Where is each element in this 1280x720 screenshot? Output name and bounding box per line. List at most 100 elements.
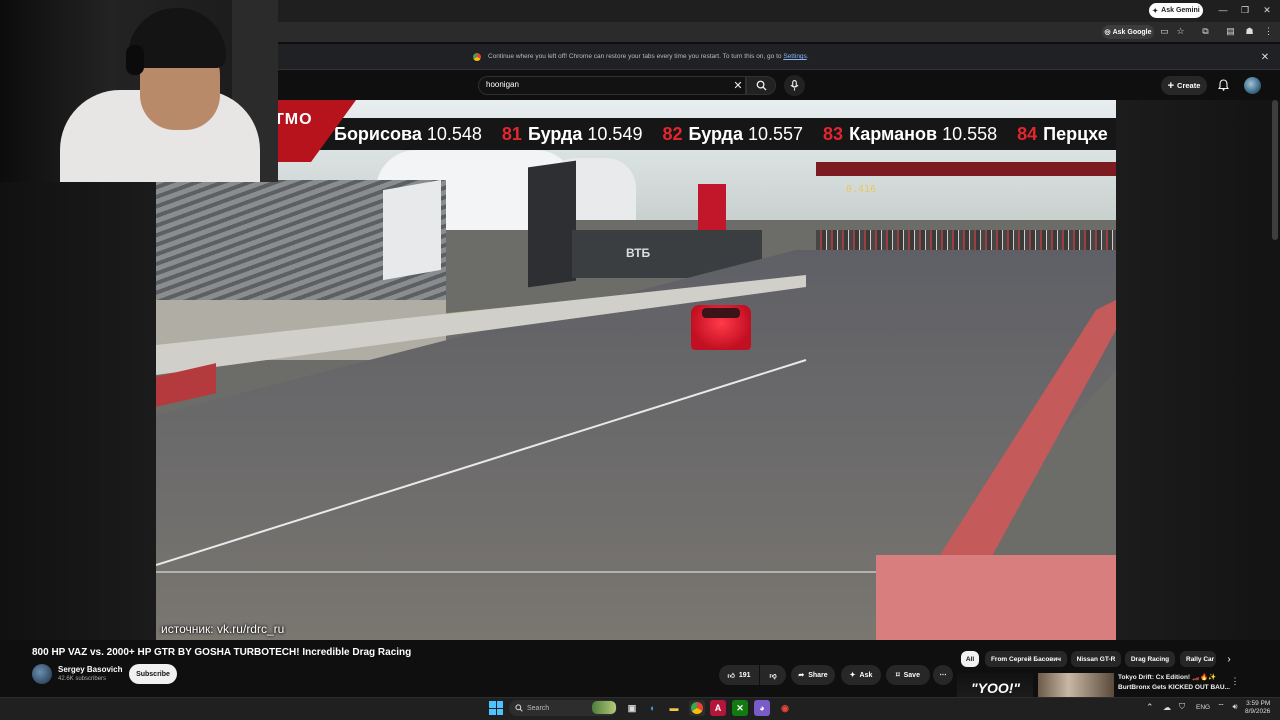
- car-windshield: [702, 308, 740, 318]
- channel-avatar[interactable]: [32, 664, 52, 684]
- search-highlight-image: [592, 701, 616, 714]
- chip-drag-racing[interactable]: Drag Racing: [1125, 651, 1175, 667]
- start-gantry: [816, 162, 1116, 176]
- google-lens-icon: ◎: [1104, 29, 1111, 36]
- settings-link[interactable]: Settings: [783, 53, 807, 60]
- ask-button[interactable]: ✦ Ask: [841, 665, 881, 685]
- share-button[interactable]: ➦ Share: [791, 665, 835, 685]
- ticker-name: Карманов: [849, 123, 938, 144]
- thumbs-up-icon: 👍︎: [727, 672, 735, 680]
- lane-lines: [156, 359, 876, 573]
- discord-icon[interactable]: ◕: [754, 700, 770, 716]
- windows-taskbar: [0, 697, 1280, 720]
- language-indicator[interactable]: ENG: [1196, 704, 1210, 711]
- chip-nissan-gtr[interactable]: Nissan GT-R: [1071, 651, 1121, 667]
- ticker-rank: 82: [662, 123, 683, 144]
- search-icon: [756, 80, 767, 91]
- page-scrollbar[interactable]: [1272, 100, 1278, 240]
- wifi-icon[interactable]: ⌔: [1215, 701, 1227, 713]
- like-button[interactable]: 👍︎ 191: [719, 665, 759, 685]
- video-banner: [383, 179, 441, 281]
- notifications-bell-icon[interactable]: [1216, 78, 1230, 92]
- right-background: [1116, 100, 1280, 640]
- video-banner: [528, 160, 576, 288]
- search-query[interactable]: hoonigan: [486, 80, 519, 89]
- clock-date: 8/9/2026: [1245, 708, 1271, 715]
- sparkle-icon: ✦: [1152, 7, 1159, 15]
- save-button[interactable]: ⌑ Save: [886, 665, 930, 685]
- taskbar-clock[interactable]: 3:59 PM 8/9/2026: [1245, 700, 1270, 716]
- ticker-name: Бурда: [527, 123, 583, 144]
- webcam-headset: [126, 45, 144, 75]
- bookmark-star-icon[interactable]: ☆: [1174, 25, 1187, 38]
- account-avatar[interactable]: [1244, 77, 1261, 94]
- ticker-rank: 84: [1017, 123, 1038, 144]
- task-view-icon[interactable]: ▣: [624, 700, 640, 716]
- voice-search-button[interactable]: [784, 75, 805, 96]
- billboard-text: ВТБ: [626, 246, 651, 260]
- channel-name[interactable]: Sergey Basovich: [58, 665, 122, 674]
- chrome-menu-icon[interactable]: ⋮: [1262, 25, 1275, 38]
- close-window-button[interactable]: ✕: [1260, 3, 1274, 17]
- ask-gemini-button[interactable]: ✦ Ask Gemini: [1149, 3, 1203, 18]
- adobe-acrobat-icon[interactable]: A: [710, 700, 726, 716]
- microphone-icon: [790, 80, 799, 91]
- clear-search-icon[interactable]: ✕: [731, 78, 745, 92]
- cloud-icon[interactable]: ☁: [1161, 701, 1173, 713]
- recommendation-title[interactable]: Tokyo Drift: Cx Edition! 🏎️🔥✨ BurtBronx …: [1118, 673, 1230, 693]
- chip-all[interactable]: All: [961, 651, 979, 667]
- maximize-button[interactable]: ❐: [1238, 3, 1252, 17]
- file-explorer-icon[interactable]: ▬: [666, 700, 682, 716]
- search-button[interactable]: [746, 76, 776, 95]
- dislike-button[interactable]: 👎︎: [760, 665, 786, 685]
- ask-google-button[interactable]: ◎ Ask Google: [1102, 25, 1154, 39]
- infobar-close-icon[interactable]: ✕: [1259, 51, 1271, 63]
- ticker-logo-text: ТМО: [274, 111, 313, 128]
- sparkle-icon: ✦: [849, 672, 856, 679]
- webcam-overlay: [0, 0, 278, 182]
- minimize-button[interactable]: —: [1216, 3, 1230, 17]
- sidepanel-icon[interactable]: ▤: [1224, 25, 1237, 38]
- chrome-taskbar-icon[interactable]: [689, 700, 705, 716]
- share-arrow-icon: ➦: [798, 672, 805, 679]
- clock-time: 3:59 PM: [1246, 700, 1271, 707]
- xbox-icon[interactable]: ✕: [732, 700, 748, 716]
- thumbs-down-icon: 👎︎: [769, 672, 777, 680]
- gantry-display: 0.416: [846, 184, 877, 195]
- video-title: 800 HP VAZ vs. 2000+ HP GTR BY GOSHA TUR…: [32, 647, 412, 658]
- more-vertical-icon[interactable]: ⋮: [1230, 674, 1240, 688]
- ticker-rank: 81: [501, 123, 522, 144]
- more-horizontal-icon: ⋯: [939, 672, 947, 679]
- left-background: [0, 182, 156, 640]
- create-button[interactable]: + Create: [1161, 76, 1207, 95]
- thumbnail-text: "YOO!": [971, 680, 1021, 696]
- ticker-time: 10.558: [942, 123, 998, 144]
- extensions-icon[interactable]: ⧉: [1199, 25, 1212, 38]
- restore-tabs-message: Continue where you left off! Chrome can …: [488, 53, 809, 60]
- search-icon: [515, 704, 523, 712]
- subscriber-count: 42.6K subscribers: [58, 676, 107, 682]
- chip-rally-car[interactable]: Rally Car: [1180, 651, 1216, 667]
- ticker-time: 10.548: [426, 123, 482, 144]
- ticker-rank: 83: [823, 123, 844, 144]
- recorder-icon[interactable]: ◉: [777, 700, 793, 716]
- ticker-name: Бурда: [688, 123, 743, 144]
- more-actions-button[interactable]: ⋯: [933, 665, 953, 685]
- subscribe-button[interactable]: Subscribe: [129, 664, 177, 684]
- bookmark-icon: ⌑: [896, 672, 900, 679]
- windows-start-icon[interactable]: [489, 701, 503, 715]
- volume-icon[interactable]: 🔊︎: [1229, 701, 1241, 713]
- profile-icon[interactable]: ☗: [1243, 25, 1256, 38]
- cast-icon[interactable]: ▭: [1158, 25, 1171, 38]
- shield-icon[interactable]: ⛉: [1176, 701, 1188, 713]
- tray-overflow-icon[interactable]: ⌃: [1146, 702, 1154, 713]
- ticker-name: Перцхе: [1043, 123, 1108, 144]
- source-caption: источник: vk.ru/rdrc_ru: [161, 622, 285, 636]
- ticker-time: 10.557: [747, 123, 804, 144]
- youtube-header: [278, 71, 1280, 100]
- chip-from-channel[interactable]: From Сергей Басович: [985, 651, 1067, 667]
- chevron-right-icon[interactable]: ›: [1222, 652, 1236, 666]
- ticker-time: 10.549: [587, 123, 643, 144]
- video-player[interactable]: ВТБ 0.416 Борисова 10.548 81 Бурда 10.549 8…: [156, 100, 1116, 640]
- edge-icon[interactable]: ◐: [645, 700, 661, 716]
